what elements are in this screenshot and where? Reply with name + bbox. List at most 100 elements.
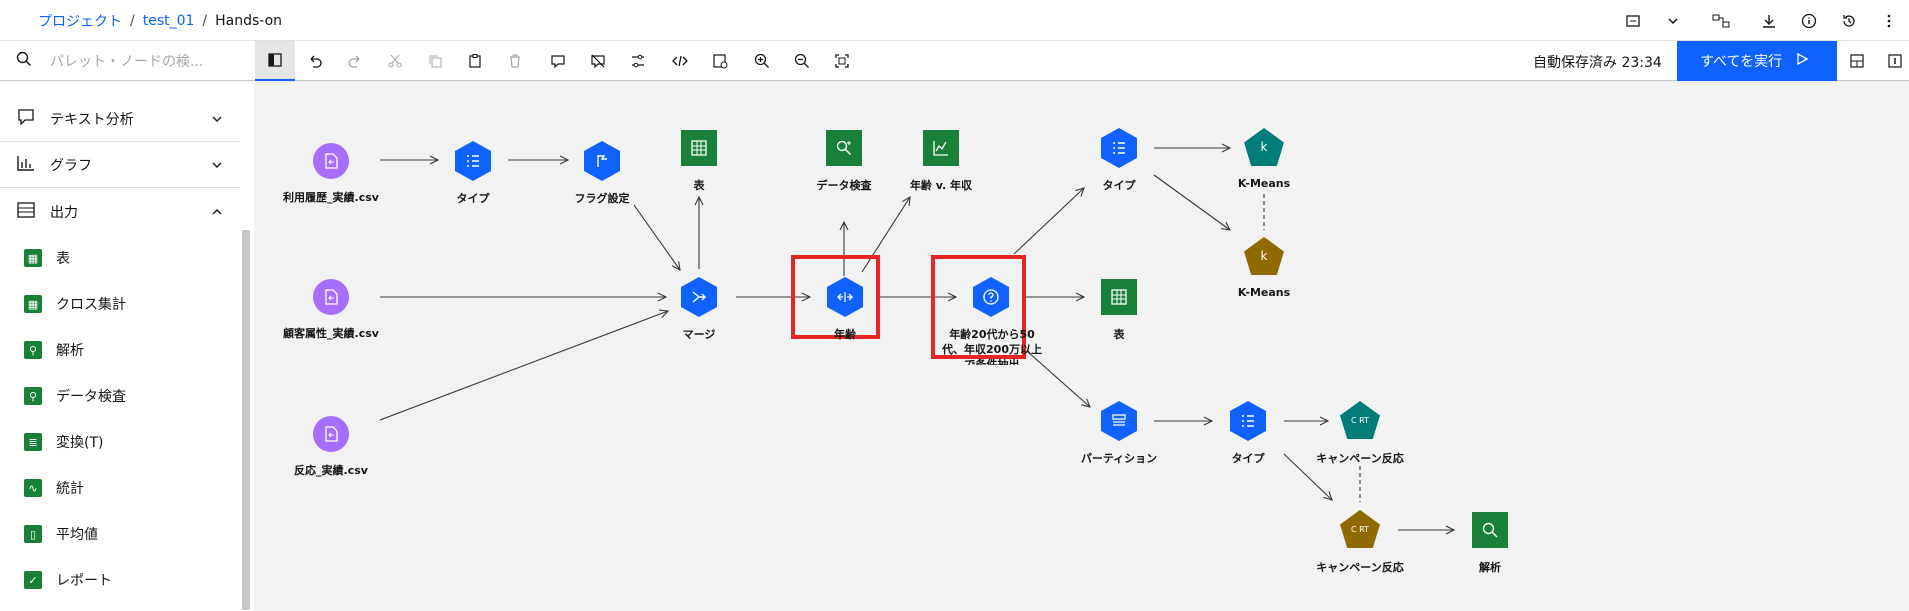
category-graph[interactable]: グラフ — [0, 142, 240, 188]
chevron-up-icon — [210, 205, 224, 223]
table-icon: ▦ — [24, 249, 42, 267]
play-icon — [1796, 52, 1809, 69]
palette-item-means[interactable]: ▯ 平均値 — [0, 511, 240, 557]
palette-item-label: 変換(T) — [56, 435, 104, 451]
chevron-down-icon[interactable] — [1653, 0, 1693, 41]
palette-item-label: 解析 — [56, 343, 84, 359]
node-partition[interactable] — [1101, 401, 1137, 441]
fit-to-screen-icon[interactable] — [822, 41, 862, 81]
category-label: グラフ — [50, 157, 92, 174]
node-label: キャンペーン反応 — [1316, 561, 1404, 574]
node-age[interactable] — [827, 277, 863, 317]
version-icon[interactable] — [1613, 0, 1653, 41]
palette-item-table[interactable]: ▦ 表 — [0, 235, 240, 281]
history-icon[interactable] — [1829, 0, 1869, 41]
palette-item-label: 平均値 — [56, 527, 98, 543]
node-type-3[interactable] — [1230, 401, 1266, 441]
paste-icon[interactable] — [455, 41, 495, 81]
palette-item-data-audit[interactable]: ⚲ データ検査 — [0, 373, 240, 419]
settings-sliders-icon[interactable] — [618, 41, 658, 81]
comment-icon[interactable] — [538, 41, 578, 81]
partition-icon — [1101, 401, 1137, 441]
category-label: 出力 — [50, 205, 78, 221]
category-text-analysis[interactable]: テキスト分析 — [0, 96, 240, 142]
node-age-income-plot[interactable] — [923, 130, 959, 166]
file-source-icon — [313, 416, 349, 452]
node-label: 年齢20代から50代、年収200万以上で条件抽出 — [942, 328, 1042, 365]
palette-item-analysis[interactable]: ⚲ 解析 — [0, 327, 240, 373]
palette-scrollbar[interactable] — [242, 230, 250, 610]
zoom-out-icon[interactable] — [782, 41, 822, 81]
node-label: データ検査 — [816, 179, 872, 192]
palette-item-crosstab[interactable]: ▦ クロス集計 — [0, 281, 240, 327]
node-data-audit[interactable] — [826, 130, 862, 166]
means-icon: ▯ — [24, 525, 42, 543]
palette-item-transform[interactable]: ≣ 変換(T) — [0, 419, 240, 465]
search-icon — [16, 51, 32, 71]
node-cart-model[interactable]: C RT — [1340, 510, 1380, 548]
node-table-2[interactable] — [1101, 279, 1137, 315]
node-label: 反応_実績.csv — [294, 464, 368, 477]
category-output[interactable]: 出力 — [0, 189, 240, 235]
report-icon: ✓ — [24, 571, 42, 589]
node-usage-csv[interactable] — [313, 143, 349, 179]
hide-comments-icon[interactable] — [578, 41, 618, 81]
run-settings-icon[interactable] — [700, 41, 740, 81]
node-customer-csv[interactable] — [313, 279, 349, 315]
run-all-label: すべてを実行 — [1700, 54, 1783, 70]
info-icon[interactable] — [1789, 0, 1829, 41]
toggle-palette-icon[interactable] — [255, 41, 295, 81]
code-icon[interactable] — [660, 41, 700, 81]
text-analysis-icon — [16, 108, 36, 130]
derive-icon — [827, 277, 863, 317]
run-all-button[interactable]: すべてを実行 — [1677, 41, 1837, 81]
download-icon[interactable] — [1749, 0, 1789, 41]
node-kmeans-build[interactable]: k — [1244, 128, 1284, 166]
node-cart-build[interactable]: C RT — [1340, 401, 1380, 439]
node-select[interactable] — [973, 277, 1009, 317]
node-analysis[interactable] — [1472, 512, 1508, 548]
node-kmeans-model[interactable]: k — [1244, 237, 1284, 275]
transform-icon: ≣ — [24, 433, 42, 451]
node-label: 表 — [693, 179, 705, 192]
palette-item-label: データ検査 — [56, 389, 126, 405]
zoom-in-icon[interactable] — [742, 41, 782, 81]
node-label: 年齢 v. 年収 — [909, 179, 973, 192]
palette-search[interactable]: パレット・ノードの検... — [0, 41, 254, 81]
node-type-1[interactable] — [455, 141, 491, 181]
layout-panel-icon[interactable] — [1839, 41, 1875, 81]
app-header: プロジェクト / test_01 / Hands-on — [0, 0, 1909, 41]
palette-item-label: 統計 — [56, 481, 84, 497]
table-icon — [681, 130, 717, 166]
more-icon[interactable] — [1869, 0, 1909, 41]
data-audit-icon — [826, 130, 862, 166]
node-label: パーティション — [1080, 452, 1158, 465]
node-label: K-Means — [1237, 177, 1291, 190]
breadcrumb-current: Hands-on — [215, 13, 283, 29]
toolbar: パレット・ノードの検... 自動保存済み 23:34 すべてを実行 — [0, 41, 1909, 81]
breadcrumb-test-link[interactable]: test_01 — [143, 13, 195, 29]
breadcrumb: プロジェクト / test_01 / Hands-on — [38, 11, 282, 31]
flow-canvas[interactable]: 利用履歴_実績.csv 顧客属性_実績.csv 反応_実績.csv タイプ フラ… — [254, 82, 1909, 611]
type-icon — [1230, 401, 1266, 441]
node-flag[interactable] — [584, 141, 620, 181]
outputs-panel-icon[interactable] — [1877, 41, 1909, 81]
node-label: タイプ — [1102, 179, 1136, 192]
search-input[interactable]: パレット・ノードの検... — [50, 51, 203, 71]
node-label: マージ — [682, 328, 716, 341]
cart-model-icon: C RT — [1340, 510, 1380, 548]
undo-icon[interactable] — [295, 41, 335, 81]
node-response-csv[interactable] — [313, 416, 349, 452]
node-label: 表 — [1113, 328, 1125, 341]
palette-item-report[interactable]: ✓ レポート — [0, 557, 240, 603]
node-table-1[interactable] — [681, 130, 717, 166]
chevron-down-icon — [210, 112, 224, 130]
flow-settings-icon[interactable] — [1693, 0, 1749, 41]
node-merge[interactable] — [681, 277, 717, 317]
delete-icon — [495, 41, 535, 81]
breadcrumb-projects-link[interactable]: プロジェクト — [38, 11, 122, 31]
file-source-icon — [313, 143, 349, 179]
connection-lines — [379, 82, 1909, 611]
palette-item-statistics[interactable]: ∿ 統計 — [0, 465, 240, 511]
node-type-2[interactable] — [1101, 128, 1137, 168]
